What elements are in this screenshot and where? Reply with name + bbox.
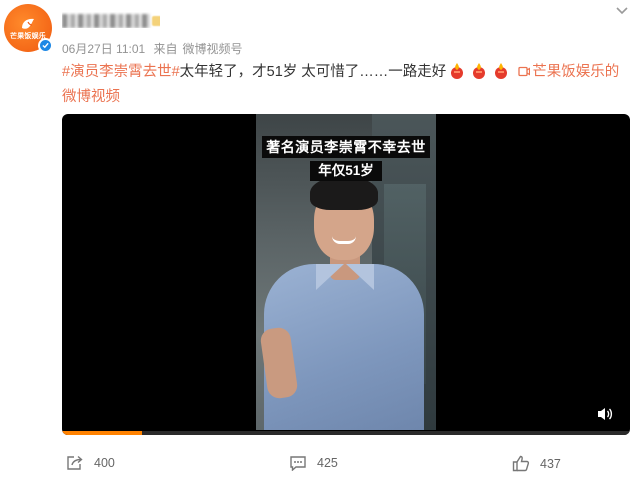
post-time[interactable]: 06月27日 11:01 — [62, 42, 145, 56]
comment-button[interactable]: 425 — [289, 455, 338, 471]
action-bar: 400 425 437 — [0, 451, 640, 479]
blurred-username — [62, 14, 150, 28]
post-meta: 06月27日 11:01 来自 微博视频号 — [62, 40, 248, 57]
video-progress-fill — [62, 431, 142, 435]
video-player[interactable]: 著名演员李崇霄不幸去世 年仅51岁 — [62, 114, 630, 435]
verified-badge-icon — [38, 38, 53, 53]
like-count: 437 — [540, 456, 561, 471]
video-link-icon — [518, 66, 531, 77]
like-button[interactable]: 437 — [512, 455, 561, 472]
candle-emoji-icon — [495, 63, 508, 79]
video-caption-title: 著名演员李崇霄不幸去世 — [262, 136, 430, 158]
mango-logo-icon — [19, 16, 37, 30]
post-source[interactable]: 微博视频号 — [183, 42, 243, 56]
candle-emoji-icon — [473, 63, 486, 79]
author-name[interactable] — [62, 12, 160, 28]
author-avatar[interactable]: 芒果饭娱乐 — [4, 4, 53, 53]
member-badge-icon — [152, 16, 160, 27]
comment-icon — [290, 456, 306, 471]
share-button[interactable]: 400 — [66, 455, 115, 471]
post-body: 太年轻了，才51岁 太可惜了……一路走好 — [179, 64, 447, 80]
thumbs-up-icon — [512, 455, 530, 472]
post-text: #演员李崇霄去世#太年轻了，才51岁 太可惜了……一路走好 芒果饭娱乐的微博视频 — [62, 60, 632, 110]
source-prefix: 来自 — [153, 42, 178, 56]
volume-icon[interactable] — [596, 406, 614, 422]
video-frame: 著名演员李崇霄不幸去世 年仅51岁 — [256, 114, 436, 430]
share-icon — [67, 455, 83, 470]
video-progress-bar[interactable] — [62, 431, 630, 435]
topic-link[interactable]: #演员李崇霄去世# — [62, 64, 180, 80]
video-caption-sub: 年仅51岁 — [310, 161, 382, 181]
candle-emoji-icon — [451, 63, 464, 79]
comment-count: 425 — [317, 456, 338, 470]
chevron-down-icon[interactable] — [614, 4, 630, 16]
share-count: 400 — [94, 456, 115, 470]
